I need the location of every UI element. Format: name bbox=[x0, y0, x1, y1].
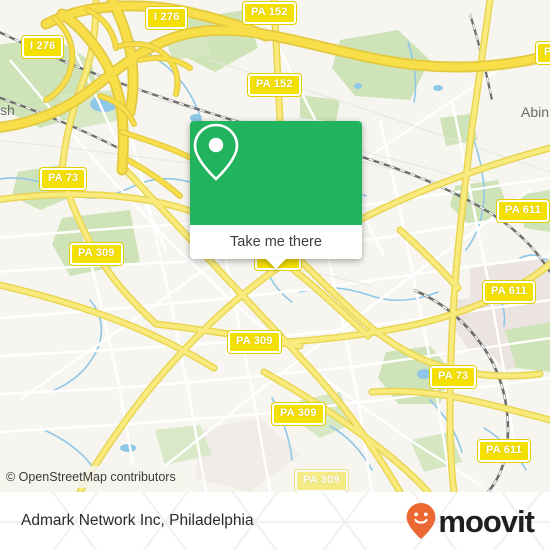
road-shield-pa152-top[interactable]: PA 152 bbox=[242, 1, 297, 25]
popup-pointer-tail bbox=[265, 258, 287, 269]
popup-image-area bbox=[190, 121, 362, 225]
moovit-smiley-pin-icon bbox=[406, 503, 436, 539]
moovit-wordmark: moovit bbox=[438, 503, 535, 539]
road-shield-pa309-lower[interactable]: PA 309 bbox=[271, 402, 326, 426]
road-shield-pa611-upper[interactable]: PA 611 bbox=[495, 199, 550, 223]
page-title: Admark Network Inc, Philadelphia bbox=[21, 512, 254, 529]
road-shield-pa73-upper[interactable]: PA 73 bbox=[38, 167, 88, 191]
map-canvas[interactable]: sh Abin I 276 I 276 PA 152 PA 152 PA PA … bbox=[0, 0, 550, 492]
road-shield-pa611-lower[interactable]: PA 611 bbox=[476, 439, 532, 463]
road-shield-i276-west[interactable]: I 276 bbox=[20, 35, 65, 59]
road-shield-pa309-bottom[interactable]: PA 309 bbox=[294, 469, 349, 492]
map-attribution[interactable]: © OpenStreetMap contributors bbox=[0, 466, 184, 488]
location-popup-card[interactable]: Take me there bbox=[190, 121, 362, 269]
place-label: Abin bbox=[521, 104, 550, 120]
road-shield-pa-edge[interactable]: PA bbox=[535, 41, 550, 65]
map-screenshot: sh Abin I 276 I 276 PA 152 PA 152 PA PA … bbox=[0, 0, 550, 550]
map-pin-icon bbox=[193, 123, 239, 181]
road-shield-i276-east[interactable]: I 276 bbox=[144, 6, 189, 30]
moovit-brand[interactable]: moovit bbox=[405, 502, 535, 540]
road-shield-pa309-upper[interactable]: PA 309 bbox=[69, 242, 124, 266]
take-me-there-label: Take me there bbox=[230, 234, 322, 250]
road-shield-pa152-mid[interactable]: PA 152 bbox=[247, 73, 302, 97]
road-shield-pa73-lower[interactable]: PA 73 bbox=[428, 365, 478, 389]
popup-action-area[interactable]: Take me there bbox=[190, 225, 362, 269]
place-label: sh bbox=[0, 102, 15, 118]
road-shield-pa309-mid[interactable]: PA 309 bbox=[227, 330, 282, 354]
footer-bar: Admark Network Inc, Philadelphia moovit bbox=[0, 492, 550, 550]
road-shield-pa611-mid[interactable]: PA 611 bbox=[481, 280, 537, 304]
